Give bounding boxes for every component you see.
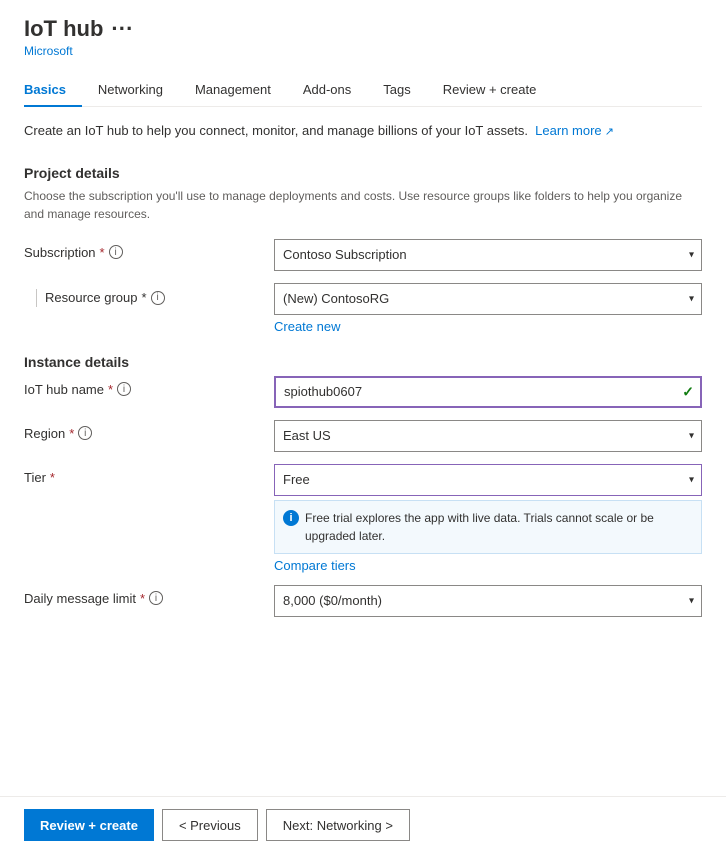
daily-message-info-icon[interactable]: i [149, 591, 163, 605]
region-label: Region * i [24, 420, 274, 441]
tab-basics[interactable]: Basics [24, 74, 82, 107]
hub-name-input[interactable] [274, 376, 702, 408]
hub-name-info-icon[interactable]: i [117, 382, 131, 396]
tab-tags[interactable]: Tags [367, 74, 426, 107]
tab-addons[interactable]: Add-ons [287, 74, 367, 107]
subscription-select[interactable]: Contoso Subscription [274, 239, 702, 271]
daily-message-select[interactable]: 8,000 ($0/month) [274, 585, 702, 617]
tier-info-text: Free trial explores the app with live da… [305, 509, 693, 545]
hub-name-label: IoT hub name * i [24, 376, 274, 397]
resource-group-required: * [142, 290, 147, 305]
tier-select[interactable]: Free [274, 464, 702, 496]
hub-name-valid-icon: ✓ [682, 383, 694, 400]
tier-control: Free ▾ i Free trial explores the app wit… [274, 464, 702, 573]
tabs-container: Basics Networking Management Add-ons Tag… [24, 74, 702, 107]
tier-info-box: i Free trial explores the app with live … [274, 500, 702, 554]
subscription-label: Subscription * i [24, 239, 274, 260]
tab-review[interactable]: Review + create [427, 74, 553, 107]
next-button[interactable]: Next: Networking > [266, 809, 410, 841]
resource-group-label-area: Resource group * i [24, 283, 274, 307]
daily-message-label: Daily message limit * i [24, 585, 274, 606]
hub-name-required: * [108, 382, 113, 397]
project-details-title: Project details [24, 165, 702, 181]
subscription-control: Contoso Subscription ▾ [274, 239, 702, 271]
region-control: East US ▾ [274, 420, 702, 452]
footer: Review + create < Previous Next: Network… [0, 796, 726, 853]
tier-label: Tier * [24, 464, 274, 485]
project-details-desc: Choose the subscription you'll use to ma… [24, 187, 702, 223]
create-new-link[interactable]: Create new [274, 319, 702, 334]
subscription-row: Subscription * i Contoso Subscription ▾ [24, 239, 702, 271]
resource-group-control: (New) ContosoRG ▾ Create new [274, 283, 702, 334]
description-text: Create an IoT hub to help you connect, m… [24, 121, 702, 141]
ellipsis-menu[interactable]: ··· [111, 16, 133, 42]
tier-info-icon: i [283, 510, 299, 526]
page-title: IoT hub [24, 16, 103, 42]
resource-group-info-icon[interactable]: i [151, 291, 165, 305]
daily-message-required: * [140, 591, 145, 606]
review-create-button[interactable]: Review + create [24, 809, 154, 841]
hub-name-row: IoT hub name * i ✓ [24, 376, 702, 408]
compare-tiers-link[interactable]: Compare tiers [274, 558, 702, 573]
region-select[interactable]: East US [274, 420, 702, 452]
app-subtitle: Microsoft [24, 44, 702, 58]
learn-more-link[interactable]: Learn more [535, 123, 614, 138]
tab-management[interactable]: Management [179, 74, 287, 107]
previous-button[interactable]: < Previous [162, 809, 258, 841]
resource-group-label: Resource group [45, 290, 138, 305]
region-info-icon[interactable]: i [78, 426, 92, 440]
resource-group-row: Resource group * i (New) ContosoRG ▾ Cre… [24, 283, 702, 334]
tier-row: Tier * Free ▾ i Free trial explores the … [24, 464, 702, 573]
subscription-info-icon[interactable]: i [109, 245, 123, 259]
resource-group-select[interactable]: (New) ContosoRG [274, 283, 702, 315]
subscription-required: * [100, 245, 105, 260]
tier-required: * [50, 470, 55, 485]
daily-message-row: Daily message limit * i 8,000 ($0/month)… [24, 585, 702, 617]
tab-networking[interactable]: Networking [82, 74, 179, 107]
region-row: Region * i East US ▾ [24, 420, 702, 452]
instance-details-title: Instance details [24, 354, 702, 370]
region-required: * [69, 426, 74, 441]
hub-name-control: ✓ [274, 376, 702, 408]
daily-message-control: 8,000 ($0/month) ▾ [274, 585, 702, 617]
